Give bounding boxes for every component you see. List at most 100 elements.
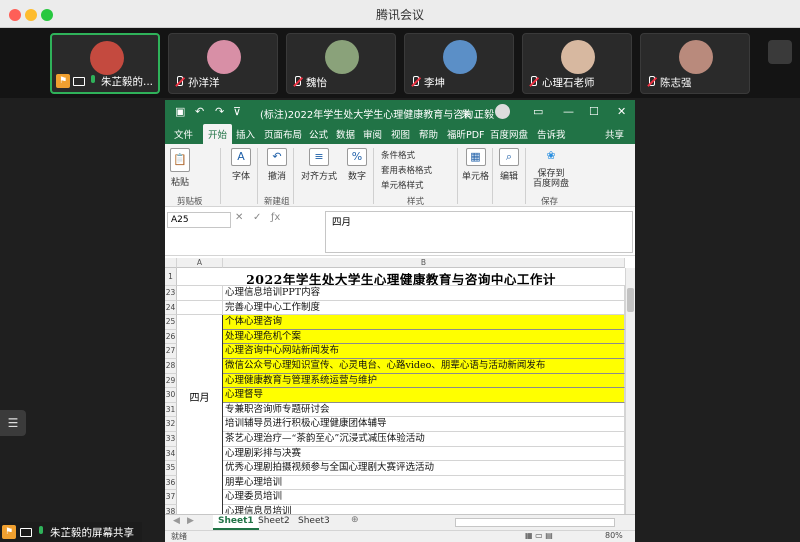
vertical-scrollbar[interactable] (625, 268, 635, 514)
tab-file[interactable]: 文件 (174, 127, 193, 141)
sheet-title-cell[interactable]: 2022年学生处大学生心理健康教育与咨询中心工作计 (177, 268, 625, 286)
formula-input[interactable]: 四月 (325, 211, 633, 253)
tab-share[interactable]: 共享 (605, 127, 624, 141)
sheet-tab-3[interactable]: Sheet3 (293, 515, 335, 530)
table-row[interactable]: 心理信息培训PPT内容 (223, 286, 625, 301)
next-sheet-icon[interactable]: ▶ (187, 516, 194, 526)
table-row[interactable]: 心理咨询中心网站新闻发布 (223, 344, 625, 359)
cells-button[interactable]: ▦ 单元格 (462, 148, 489, 182)
function-icon[interactable]: ƒx (271, 212, 280, 223)
table-row[interactable]: 培训辅导员进行积极心理健康团体辅导 (223, 417, 625, 432)
table-row[interactable]: 完善心理中心工作制度 (223, 300, 625, 316)
add-sheet-icon[interactable]: ⊕ (351, 515, 359, 525)
member-list-icon[interactable]: ☰ (0, 410, 26, 436)
minimize-icon[interactable]: — (563, 105, 574, 118)
table-row[interactable]: 处理心理危机个案 (223, 329, 625, 345)
table-row[interactable]: 专兼职咨询师专题研讨会 (223, 402, 625, 418)
table-format-button[interactable]: 套用表格格式 (381, 164, 432, 176)
align-button[interactable]: ≡ 对齐方式 (301, 148, 337, 182)
view-icons[interactable]: ▦ ▭ ▤ (525, 531, 553, 540)
tab-page-layout[interactable]: 页面布局 (264, 127, 302, 141)
divider (257, 148, 258, 204)
cell-a[interactable] (177, 286, 223, 301)
sheet-tab-1[interactable]: Sheet1 (213, 515, 259, 530)
row-header[interactable]: 29 (165, 373, 177, 389)
row-header[interactable]: 31 (165, 402, 177, 418)
column-header-a[interactable]: A (177, 258, 223, 268)
tab-insert[interactable]: 插入 (236, 127, 255, 141)
table-row[interactable]: 心理委员培训 (223, 490, 625, 505)
tab-baidu-netdisk[interactable]: 百度网盘 (490, 127, 528, 141)
table-row[interactable]: 朋辈心理培训 (223, 475, 625, 491)
row-header[interactable]: 27 (165, 344, 177, 359)
group-clipboard-label: 剪贴板 (177, 197, 203, 207)
row-header[interactable]: 33 (165, 432, 177, 447)
edit-button[interactable]: ⌕ 编辑 (499, 148, 519, 182)
row-header[interactable]: 28 (165, 359, 177, 374)
table-row[interactable]: 心理信息员培训 (223, 505, 625, 514)
number-button[interactable]: % 数字 (347, 148, 367, 182)
name-box[interactable]: A25 (167, 212, 231, 228)
tab-tell-me[interactable]: 告诉我 (537, 127, 566, 141)
paste-button[interactable]: 📋 粘贴 (170, 148, 190, 188)
participant-tile[interactable]: 孙洋洋 (168, 33, 278, 94)
redo-icon[interactable]: ↷ (215, 105, 224, 118)
row-header[interactable]: 34 (165, 446, 177, 462)
cell-a[interactable] (177, 300, 223, 316)
cell-style-button[interactable]: 单元格样式 (381, 179, 424, 191)
row-header[interactable]: 32 (165, 417, 177, 432)
tab-formulas[interactable]: 公式 (309, 127, 328, 141)
participant-tile[interactable]: 李坤 (404, 33, 514, 94)
tab-foxit-pdf[interactable]: 福昕PDF (447, 127, 485, 141)
row-header[interactable]: 1 (165, 268, 177, 286)
font-button[interactable]: A 字体 (231, 148, 251, 182)
tab-home[interactable]: 开始 (203, 124, 233, 144)
row-header[interactable]: 30 (165, 388, 177, 403)
close-icon[interactable]: ✕ (617, 105, 626, 118)
row-header[interactable]: 23 (165, 286, 177, 301)
table-row[interactable]: 个体心理咨询 (223, 315, 625, 330)
prev-sheet-icon[interactable]: ◀ (173, 516, 180, 526)
select-all-corner[interactable] (165, 258, 177, 268)
table-row[interactable]: 茶艺心理治疗—“茶韵至心”沉浸式减压体验活动 (223, 432, 625, 447)
table-row[interactable]: 微信公众号心理知识宣传、心灵电台、心路video、朋辈心语与活动新闻发布 (223, 359, 625, 374)
row-header[interactable]: 24 (165, 300, 177, 316)
column-header-b[interactable]: B (223, 258, 625, 268)
table-row[interactable]: 优秀心理剧拍摄视频参与全国心理剧大赛评选活动 (223, 461, 625, 476)
undo-icon[interactable]: ↶ (195, 105, 204, 118)
horizontal-scrollbar[interactable] (455, 518, 615, 527)
participant-tile[interactable]: 陈志强 (640, 33, 750, 94)
user-avatar[interactable] (495, 104, 510, 119)
zoom-level[interactable]: 80% (605, 531, 623, 540)
table-row[interactable]: 心理健康教育与管理系统运营与维护 (223, 373, 625, 389)
hand-raise-icon[interactable] (768, 40, 792, 64)
confirm-icon[interactable]: ✓ (253, 212, 261, 223)
ribbon-display-icon[interactable]: ▭ (533, 105, 543, 118)
save-icon[interactable]: ▣ (175, 105, 185, 118)
cancel-icon[interactable]: ✕ (235, 212, 243, 223)
participant-tile[interactable]: ⚑ 朱芷毅的... (50, 33, 160, 94)
month-cell[interactable]: 四月 (177, 315, 223, 514)
customize-icon[interactable]: ⊽ (233, 105, 241, 118)
row-header[interactable]: 35 (165, 461, 177, 476)
tab-help[interactable]: 帮助 (419, 127, 438, 141)
row-header[interactable]: 26 (165, 329, 177, 345)
tab-data[interactable]: 数据 (336, 127, 355, 141)
row-header[interactable]: 38 (165, 505, 177, 514)
tab-view[interactable]: 视图 (391, 127, 410, 141)
tab-review[interactable]: 审阅 (363, 127, 382, 141)
spreadsheet-grid[interactable]: A B 1 23 心理信息培训PPT内容 24 完善心理中心工作制度 25 个体心理咨询 26… (165, 258, 635, 514)
row-header[interactable]: 37 (165, 490, 177, 505)
restore-icon[interactable]: ☐ (589, 105, 599, 118)
table-row[interactable]: 心理督导 (223, 388, 625, 403)
participant-tile[interactable]: 心理石老师 (522, 33, 632, 94)
conditional-format-button[interactable]: 条件格式 (381, 149, 415, 161)
sheet-tab-2[interactable]: Sheet2 (253, 515, 295, 530)
participant-tile[interactable]: 魏怡 (286, 33, 396, 94)
scroll-thumb[interactable] (627, 288, 634, 312)
row-header[interactable]: 25 (165, 315, 177, 330)
row-header[interactable]: 36 (165, 475, 177, 491)
undo-button[interactable]: ↶ 撤消 (267, 148, 287, 182)
table-row[interactable]: 心理剧彩排与决赛 (223, 446, 625, 462)
save-to-baidu-button[interactable]: ❀ 保存到 百度网盘 (533, 148, 569, 189)
